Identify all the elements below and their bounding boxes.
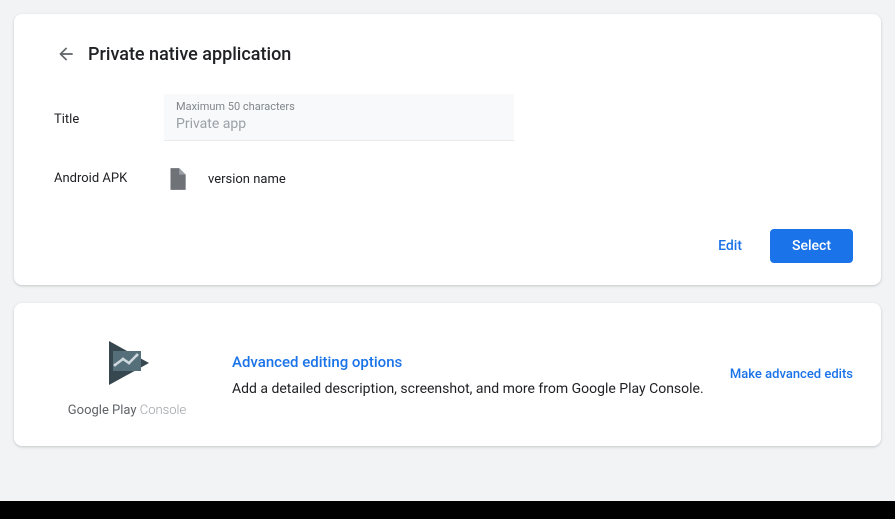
console-logo-label-main: Google Play <box>68 403 140 418</box>
select-button[interactable]: Select <box>770 229 853 263</box>
advanced-card: Google Play Console Advanced editing opt… <box>14 303 881 446</box>
google-play-console-icon <box>95 331 159 395</box>
apk-content: version name <box>164 163 286 195</box>
advanced-title: Advanced editing options <box>232 353 714 371</box>
page-title: Private native application <box>88 44 291 65</box>
back-arrow-icon[interactable] <box>54 42 78 66</box>
apk-row: Android APK version name <box>54 163 853 195</box>
edit-button[interactable]: Edit <box>714 230 746 262</box>
title-input-wrap[interactable]: Maximum 50 characters <box>164 94 514 141</box>
console-logo-label: Google Play Console <box>68 403 186 418</box>
main-card: Private native application Title Maximum… <box>14 14 881 285</box>
console-logo-label-accent: Console <box>140 403 186 418</box>
title-input[interactable] <box>176 116 502 132</box>
file-icon <box>164 163 190 195</box>
advanced-content: Advanced editing options Add a detailed … <box>212 353 714 397</box>
title-hint: Maximum 50 characters <box>176 100 502 113</box>
title-label: Title <box>54 94 164 127</box>
header-row: Private native application <box>54 42 853 66</box>
advanced-description: Add a detailed description, screenshot, … <box>232 381 714 397</box>
actions-row: Edit Select <box>54 229 853 263</box>
apk-version-text: version name <box>208 172 286 187</box>
make-advanced-edits-link[interactable]: Make advanced edits <box>714 367 853 382</box>
apk-label: Android APK <box>54 163 164 186</box>
console-logo-block: Google Play Console <box>42 331 212 418</box>
title-row: Title Maximum 50 characters <box>54 94 853 141</box>
bottom-bar <box>0 501 895 519</box>
